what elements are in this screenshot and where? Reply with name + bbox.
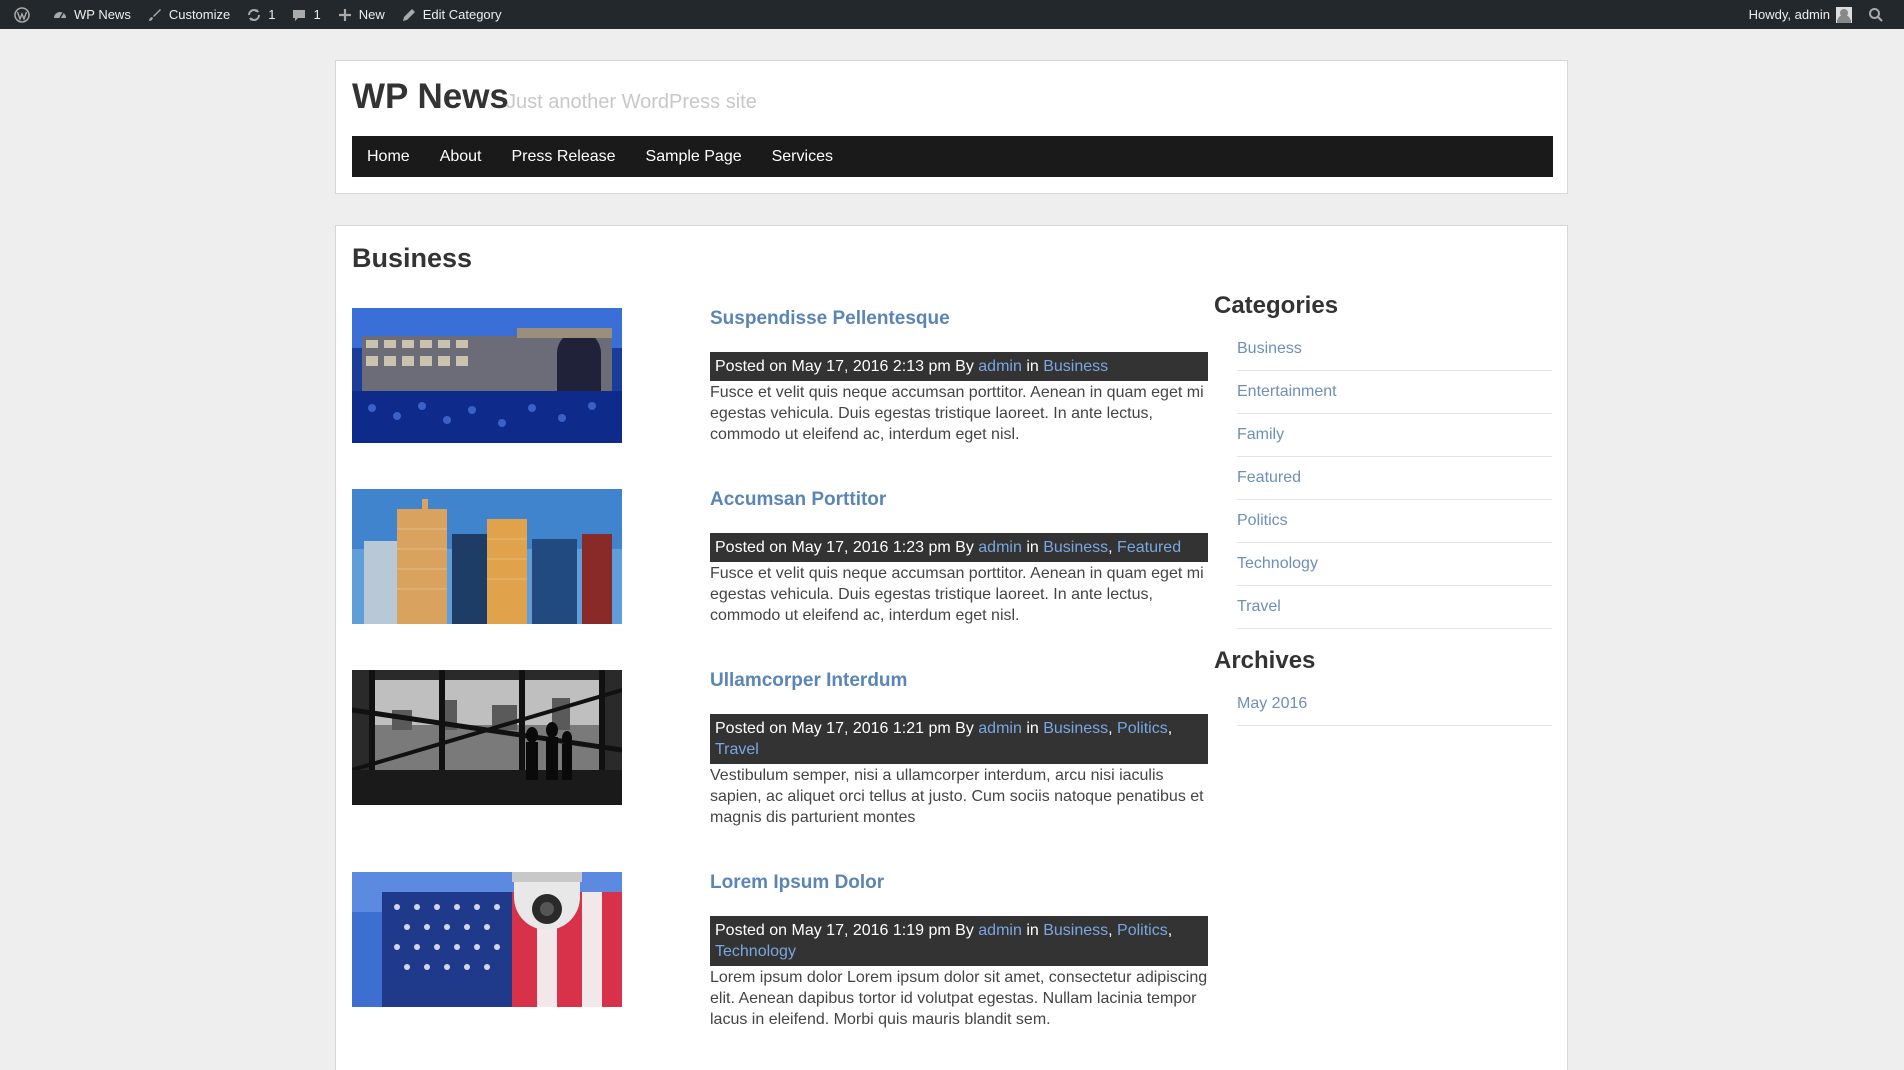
post-title[interactable]: Lorem Ipsum Dolor xyxy=(710,872,1208,894)
post-excerpt: Fusce et velit quis neque accumsan portt… xyxy=(710,565,1204,624)
nav-item-sample-page[interactable]: Sample Page xyxy=(631,136,757,177)
search-icon xyxy=(1868,7,1884,23)
pencil-icon xyxy=(401,7,417,23)
search-toggle[interactable] xyxy=(1860,0,1898,29)
updates-icon xyxy=(246,7,262,23)
post-thumbnail[interactable] xyxy=(352,670,622,805)
nav-item-home[interactable]: Home xyxy=(352,136,425,177)
new-label: New xyxy=(358,7,385,22)
category-link-entertainment[interactable]: Entertainment xyxy=(1237,371,1552,414)
sidebar: Categories Business Entertainment Family… xyxy=(1214,292,1552,726)
category-separator: , xyxy=(1167,720,1173,737)
post-in-label: in xyxy=(1026,539,1039,556)
category-link-family[interactable]: Family xyxy=(1237,414,1552,457)
customize-label: Customize xyxy=(168,7,231,22)
post-body: Ullamcorper Interdum Posted on May 17, 2… xyxy=(710,670,1208,828)
post-category-link[interactable]: Business xyxy=(1043,720,1108,737)
post-date: Posted on May 17, 2016 2:13 pm By xyxy=(715,358,974,375)
post-meta: Posted on May 17, 2016 2:13 pm By admin … xyxy=(710,352,1208,381)
nav-item-services[interactable]: Services xyxy=(757,136,848,177)
site-header: WP News Just another WordPress site Home… xyxy=(335,60,1568,194)
archives-list: May 2016 xyxy=(1237,683,1552,726)
post-category-link[interactable]: Travel xyxy=(715,741,759,758)
categories-list: Business Entertainment Family Featured P… xyxy=(1237,328,1552,629)
brush-icon xyxy=(147,7,163,23)
site-title[interactable]: WP News xyxy=(352,77,509,117)
post-title[interactable]: Ullamcorper Interdum xyxy=(710,670,1208,692)
plus-icon xyxy=(337,7,353,23)
post-excerpt: Lorem ipsum dolor Lorem ipsum dolor sit … xyxy=(710,969,1208,1028)
edit-category-menu[interactable]: Edit Category xyxy=(393,0,510,29)
wordpress-logo-menu[interactable] xyxy=(6,0,44,29)
post-category-link[interactable]: Politics xyxy=(1117,922,1168,939)
site-name-label: WP News xyxy=(74,7,131,22)
post-in-label: in xyxy=(1026,720,1039,737)
page-title: Business xyxy=(352,243,473,273)
post-in-label: in xyxy=(1026,922,1039,939)
new-content-menu[interactable]: New xyxy=(329,0,393,29)
main-content: Business Suspendisse Pellentesque Posted… xyxy=(335,225,1568,1070)
post-title[interactable]: Accumsan Porttitor xyxy=(710,489,1208,511)
comments-count: 1 xyxy=(313,7,321,22)
category-separator: , xyxy=(1108,539,1113,556)
edit-category-label: Edit Category xyxy=(422,7,502,22)
post-in-label: in xyxy=(1026,358,1039,375)
post-category-link[interactable]: Business xyxy=(1043,358,1108,375)
post-category-link[interactable]: Business xyxy=(1043,922,1108,939)
avatar xyxy=(1836,6,1852,23)
post-body: Accumsan Porttitor Posted on May 17, 201… xyxy=(710,489,1208,626)
nav-item-press-release[interactable]: Press Release xyxy=(497,136,631,177)
category-separator: , xyxy=(1167,922,1173,939)
post-title[interactable]: Suspendisse Pellentesque xyxy=(710,308,1208,330)
archives-widget-title: Archives xyxy=(1214,647,1316,674)
post-meta: Posted on May 17, 2016 1:21 pm By admin … xyxy=(710,714,1208,764)
archive-link-may-2016[interactable]: May 2016 xyxy=(1237,683,1552,726)
post-meta: Posted on May 17, 2016 1:19 pm By admin … xyxy=(710,916,1208,966)
post-excerpt: Vestibulum semper, nisi a ullamcorper in… xyxy=(710,767,1204,826)
post-category-link[interactable]: Technology xyxy=(715,943,796,960)
primary-navigation: Home About Press Release Sample Page Ser… xyxy=(352,136,1553,177)
category-link-technology[interactable]: Technology xyxy=(1237,543,1552,586)
my-account-menu[interactable]: Howdy, admin xyxy=(1741,0,1860,29)
category-separator: , xyxy=(1108,922,1113,939)
post-meta: Posted on May 17, 2016 1:23 pm By admin … xyxy=(710,533,1208,562)
post-author-link[interactable]: admin xyxy=(978,720,1022,737)
comment-icon xyxy=(291,7,307,23)
post-category-link[interactable]: Business xyxy=(1043,539,1108,556)
nav-item-about[interactable]: About xyxy=(425,136,497,177)
post-category-link[interactable]: Featured xyxy=(1117,539,1181,556)
category-link-business[interactable]: Business xyxy=(1237,328,1552,371)
category-link-politics[interactable]: Politics xyxy=(1237,500,1552,543)
post-body: Suspendisse Pellentesque Posted on May 1… xyxy=(710,308,1208,445)
updates-menu[interactable]: 1 xyxy=(238,0,283,29)
updates-count: 1 xyxy=(268,7,276,22)
customize-menu[interactable]: Customize xyxy=(139,0,238,29)
categories-widget-title: Categories xyxy=(1214,292,1339,319)
post-thumbnail[interactable] xyxy=(352,489,622,624)
dashboard-icon xyxy=(52,7,68,23)
howdy-label: Howdy, admin xyxy=(1748,7,1830,22)
post-author-link[interactable]: admin xyxy=(978,539,1022,556)
post-thumbnail[interactable] xyxy=(352,872,622,1007)
post-body: Lorem Ipsum Dolor Posted on May 17, 2016… xyxy=(710,872,1208,1030)
wordpress-logo-icon xyxy=(14,6,30,23)
post-author-link[interactable]: admin xyxy=(978,358,1022,375)
post-thumbnail[interactable] xyxy=(352,308,622,443)
comments-menu[interactable]: 1 xyxy=(283,0,328,29)
post-excerpt: Fusce et velit quis neque accumsan portt… xyxy=(710,384,1204,443)
post-author-link[interactable]: admin xyxy=(978,922,1022,939)
site-name-menu[interactable]: WP News xyxy=(44,0,139,29)
site-description: Just another WordPress site xyxy=(506,91,757,113)
admin-bar: WP News Customize 1 1 New Edit Category … xyxy=(0,0,1904,29)
post-date: Posted on May 17, 2016 1:23 pm By xyxy=(715,539,974,556)
category-separator: , xyxy=(1108,720,1113,737)
category-link-featured[interactable]: Featured xyxy=(1237,457,1552,500)
category-link-travel[interactable]: Travel xyxy=(1237,586,1552,629)
post-date: Posted on May 17, 2016 1:21 pm By xyxy=(715,720,974,737)
post-category-link[interactable]: Politics xyxy=(1117,720,1168,737)
post-date: Posted on May 17, 2016 1:19 pm By xyxy=(715,922,974,939)
